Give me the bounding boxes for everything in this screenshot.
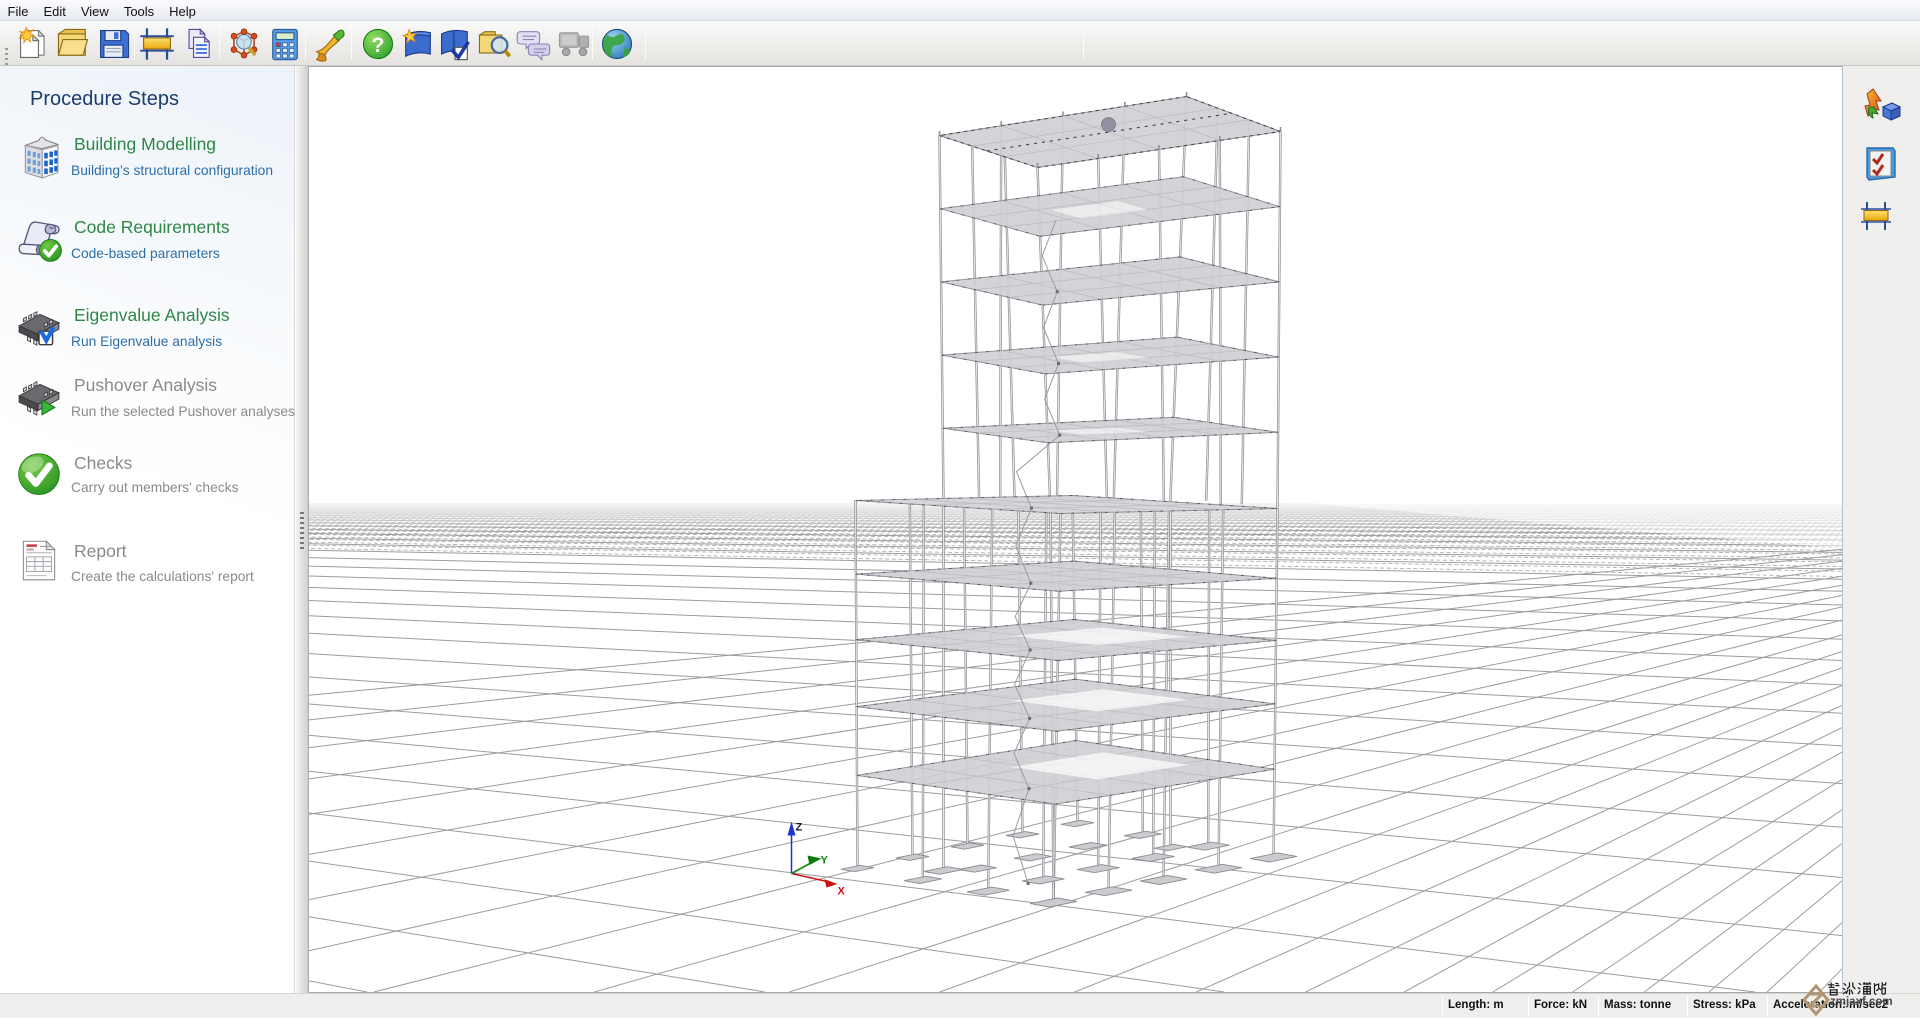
svg-text:X: X xyxy=(838,886,846,898)
svg-text:Z: Z xyxy=(796,822,803,834)
svg-text:?: ? xyxy=(372,34,385,57)
svg-text:Y: Y xyxy=(821,855,829,867)
